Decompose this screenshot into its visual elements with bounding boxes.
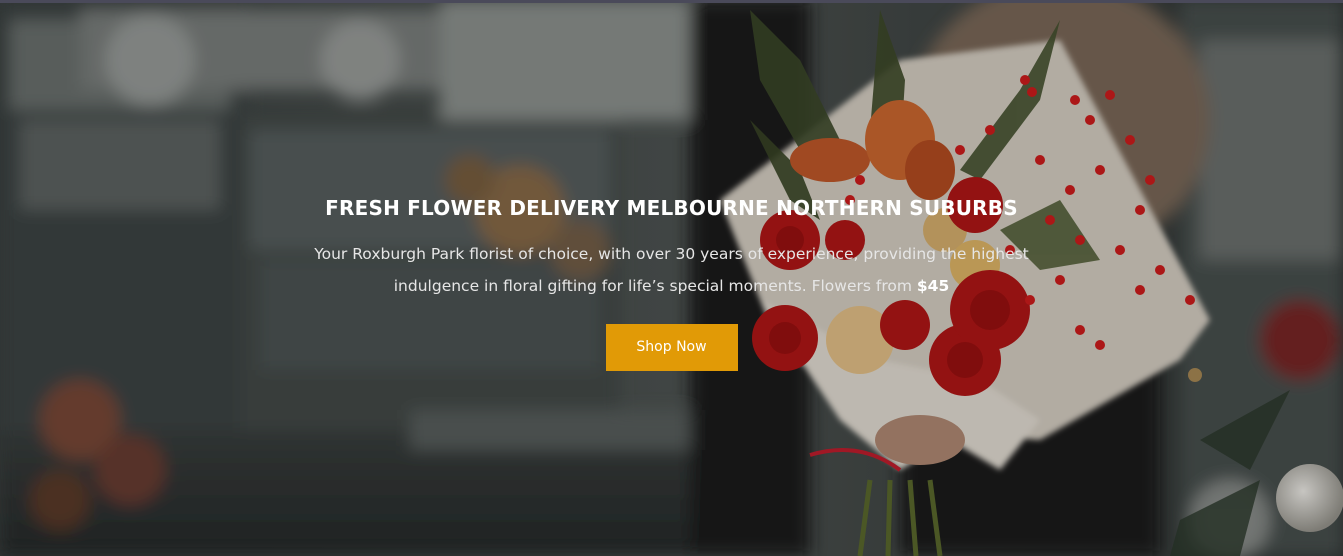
- shop-now-button[interactable]: Shop Now: [605, 324, 738, 371]
- hero-description: Your Roxburgh Park florist of choice, wi…: [292, 238, 1052, 302]
- hero-title: FRESH FLOWER DELIVERY MELBOURNE NORTHERN…: [325, 196, 1018, 220]
- hero-content: FRESH FLOWER DELIVERY MELBOURNE NORTHERN…: [0, 192, 1343, 371]
- hero-banner: FRESH FLOWER DELIVERY MELBOURNE NORTHERN…: [0, 0, 1343, 556]
- top-border: [0, 0, 1343, 3]
- hero-price: $45: [916, 277, 950, 295]
